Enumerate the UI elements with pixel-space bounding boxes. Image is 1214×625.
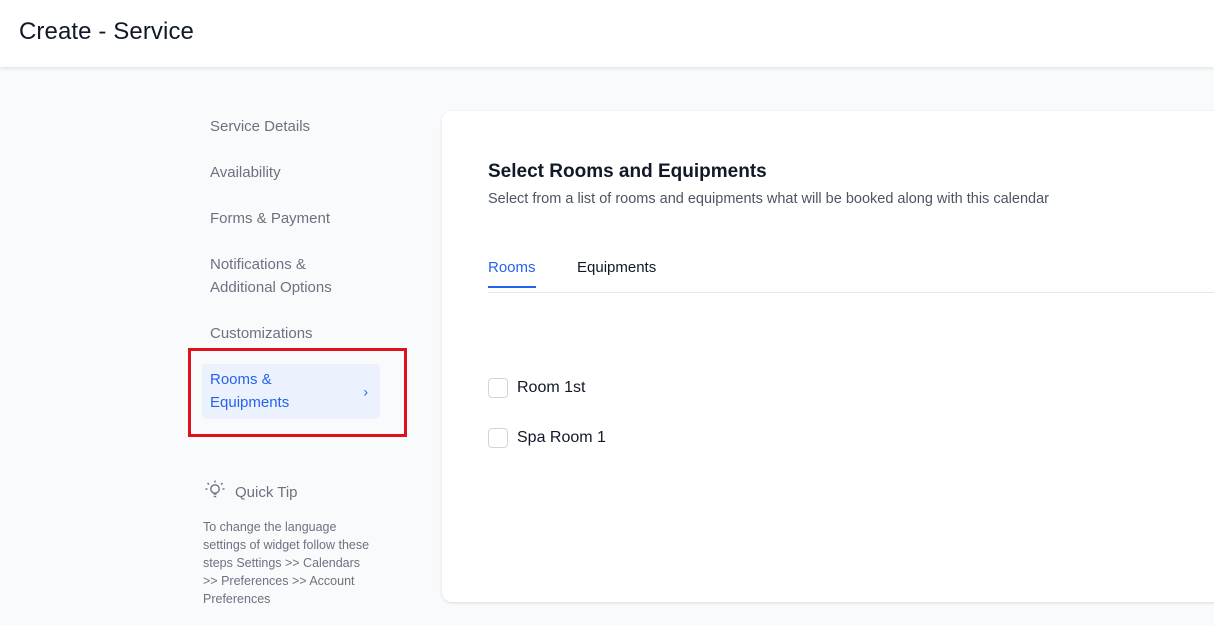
sidebar-item-label: Customizations [210, 325, 313, 342]
sidebar-item-availability[interactable]: Availability [202, 153, 380, 192]
lightbulb-icon [203, 478, 227, 506]
room-label: Spa Room 1 [517, 429, 606, 446]
tab-equipments[interactable]: Equipments [577, 259, 656, 286]
room-option[interactable]: Spa Room 1 [488, 428, 606, 448]
quick-tip-title: Quick Tip [235, 483, 298, 501]
room-label: Room 1st [517, 379, 586, 396]
sidebar-item-label-line2: Additional Options [210, 279, 332, 296]
tab-bar: Rooms Equipments [488, 259, 1214, 293]
page-title: Create - Service [19, 18, 194, 45]
room-checkbox[interactable] [488, 378, 508, 398]
sidebar-item-notifications[interactable]: Notifications & Additional Options [202, 245, 380, 307]
sidebar-item-service-details[interactable]: Service Details [202, 107, 380, 146]
quick-tip-header: Quick Tip [203, 478, 383, 506]
tab-rooms[interactable]: Rooms [488, 259, 536, 288]
sidebar-item-label: Forms & Payment [210, 210, 331, 227]
page-header: Create - Service [0, 0, 1214, 67]
sidebar-item-label: Service Details [210, 118, 311, 135]
rooms-equipments-card: Select Rooms and Equipments Select from … [442, 111, 1214, 602]
sidebar-item-label: Availability [210, 164, 281, 181]
room-checkbox[interactable] [488, 428, 508, 448]
quick-tip: Quick Tip To change the language setting… [203, 478, 383, 608]
sidebar-item-forms-payment[interactable]: Forms & Payment [202, 199, 380, 238]
section-subtitle: Select from a list of rooms and equipmen… [488, 191, 1049, 207]
quick-tip-text: To change the language settings of widge… [203, 520, 370, 606]
section-title: Select Rooms and Equipments [488, 161, 767, 182]
room-option[interactable]: Room 1st [488, 378, 585, 398]
highlight-annotation [188, 348, 407, 437]
sidebar-item-label-line1: Notifications & [210, 256, 306, 273]
